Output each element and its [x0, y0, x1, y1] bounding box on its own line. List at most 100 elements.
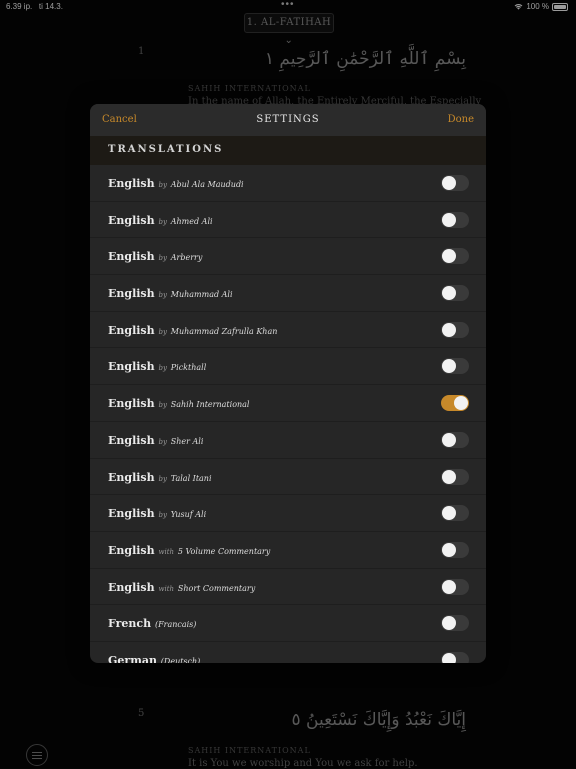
- translation-row[interactable]: English by Sher Ali: [90, 422, 486, 459]
- translation-row[interactable]: English by Talal Itani: [90, 459, 486, 496]
- toggle-knob: [442, 212, 456, 227]
- translation-toggle[interactable]: [441, 615, 469, 632]
- prep-text: by: [158, 511, 167, 520]
- translation-toggle[interactable]: [441, 248, 469, 265]
- translation-toggle[interactable]: [441, 468, 469, 485]
- translation-label: English by Pickthall: [108, 360, 206, 373]
- translator-name: (Deutsch): [160, 656, 201, 663]
- translation-row[interactable]: English by Yusuf Ali: [90, 495, 486, 532]
- translation-toggle[interactable]: [441, 541, 469, 558]
- prep-text: by: [158, 401, 167, 410]
- language-name: English: [108, 213, 155, 227]
- toggle-knob: [442, 506, 456, 521]
- translation-label: English by Talal Itani: [108, 471, 212, 484]
- translation-row[interactable]: English by Muhammad Zafrulla Khan: [90, 312, 486, 349]
- translation-row[interactable]: English by Muhammad Ali: [90, 275, 486, 312]
- translation-label: English by Sher Ali: [108, 434, 203, 447]
- toggle-knob: [442, 579, 456, 594]
- language-name: German: [108, 653, 157, 663]
- toggle-knob: [442, 286, 456, 301]
- translator-name: Ahmed Ali: [170, 216, 213, 226]
- translation-row[interactable]: English by Sahih International: [90, 385, 486, 422]
- translation-label: English by Ahmed Ali: [108, 214, 213, 227]
- language-name: English: [108, 433, 155, 447]
- translator-name: Short Commentary: [177, 583, 256, 593]
- translation-label: English with Short Commentary: [108, 581, 255, 594]
- prep-text: by: [158, 181, 167, 189]
- translator-name: Pickthall: [170, 363, 207, 373]
- toggle-knob: [442, 322, 456, 337]
- prep-text: by: [158, 364, 167, 373]
- translation-toggle[interactable]: [441, 505, 469, 522]
- language-name: English: [108, 323, 155, 337]
- language-name: English: [108, 543, 155, 557]
- toggle-knob: [454, 396, 468, 411]
- translation-toggle[interactable]: [441, 175, 469, 191]
- translation-toggle[interactable]: [441, 358, 469, 375]
- language-name: English: [108, 177, 155, 190]
- translation-row[interactable]: English with 5 Volume Commentary: [90, 532, 486, 569]
- settings-modal: Cancel SETTINGS Done TRANSLATIONS Englis…: [90, 104, 486, 663]
- language-name: English: [108, 360, 155, 374]
- translation-toggle[interactable]: [441, 395, 469, 412]
- translator-name: Talal Itani: [170, 473, 212, 483]
- translation-label: English by Abul Ala Maududi: [108, 177, 244, 190]
- modal-title: SETTINGS: [256, 114, 320, 125]
- translation-toggle[interactable]: [441, 285, 469, 302]
- translation-row[interactable]: English by Pickthall: [90, 348, 486, 386]
- language-name: English: [108, 250, 155, 264]
- language-name: English: [108, 580, 155, 594]
- language-name: English: [108, 397, 155, 411]
- translation-row[interactable]: English by Ahmed Ali: [90, 202, 486, 239]
- prep-text: by: [158, 437, 167, 446]
- translator-name: (Francais): [154, 620, 197, 630]
- translator-name: Muhammad Zafrulla Khan: [170, 326, 278, 336]
- modal-header: Cancel SETTINGS Done: [90, 104, 486, 137]
- translator-name: Arberry: [170, 253, 203, 263]
- prep-text: by: [158, 327, 167, 336]
- translator-name: Yusuf Ali: [170, 510, 207, 520]
- toggle-knob: [442, 432, 456, 447]
- translator-name: Sher Ali: [170, 436, 204, 446]
- toggle-knob: [442, 359, 456, 374]
- language-name: English: [108, 507, 155, 521]
- toggle-knob: [442, 616, 456, 631]
- translation-label: German (Deutsch): [108, 654, 200, 663]
- translation-label: English by Arberry: [108, 250, 202, 263]
- prep-text: by: [158, 254, 167, 263]
- translation-row[interactable]: English by Abul Ala Maududi: [90, 165, 486, 202]
- translation-row[interactable]: German (Deutsch): [90, 642, 486, 663]
- language-name: English: [108, 470, 155, 484]
- translator-name: Sahih International: [170, 400, 250, 410]
- translation-label: English by Muhammad Ali: [108, 287, 233, 300]
- translation-row[interactable]: English by Arberry: [90, 238, 486, 276]
- toggle-knob: [442, 652, 456, 663]
- translation-toggle[interactable]: [441, 321, 469, 338]
- prep-text: by: [158, 474, 167, 483]
- done-button[interactable]: Done: [448, 114, 474, 125]
- translation-label: English by Sahih International: [108, 397, 249, 410]
- prep-text: by: [158, 291, 167, 300]
- translation-toggle[interactable]: [441, 211, 469, 228]
- translator-name: Muhammad Ali: [170, 290, 233, 300]
- translation-row[interactable]: French (Francais): [90, 605, 486, 642]
- prep-text: with: [158, 584, 175, 593]
- language-name: French: [108, 617, 152, 631]
- prep-text: by: [158, 217, 167, 226]
- toggle-knob: [442, 469, 456, 484]
- section-title: TRANSLATIONS: [108, 144, 224, 155]
- toggle-knob: [442, 176, 456, 190]
- language-name: English: [108, 287, 155, 301]
- prep-text: with: [158, 547, 175, 556]
- translation-toggle[interactable]: [441, 431, 469, 448]
- translation-row[interactable]: English with Short Commentary: [90, 569, 486, 606]
- section-header: TRANSLATIONS: [90, 136, 486, 165]
- translator-name: Abul Ala Maududi: [170, 180, 244, 189]
- toggle-knob: [442, 249, 456, 264]
- translator-name: 5 Volume Commentary: [177, 546, 271, 556]
- translation-toggle[interactable]: [441, 651, 469, 663]
- translation-label: French (Francais): [108, 617, 196, 630]
- translations-list: English by Abul Ala Maududi English by Ah…: [90, 165, 486, 663]
- translation-toggle[interactable]: [441, 578, 469, 595]
- translation-label: English by Muhammad Zafrulla Khan: [108, 324, 277, 337]
